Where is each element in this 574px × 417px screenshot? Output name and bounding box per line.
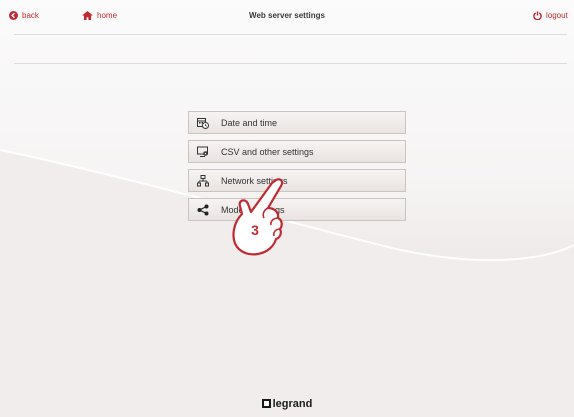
pointing-hand-step-icon: 3	[232, 178, 284, 256]
monitor-gear-icon	[197, 146, 208, 157]
page-title: Web server settings	[249, 11, 325, 20]
menu-item-date-and-time[interactable]: Date and time	[188, 111, 406, 134]
settings-menu: Date and time CSV and other settings Net…	[188, 111, 406, 227]
header-divider	[14, 34, 567, 35]
legrand-logo-mark	[261, 399, 271, 408]
menu-item-network-settings[interactable]: Network settings	[188, 169, 406, 192]
logo-text: legrand	[272, 398, 313, 410]
toolbar-divider	[14, 63, 567, 64]
power-icon	[533, 11, 542, 20]
logout-label: logout	[546, 11, 568, 20]
menu-item-label: Date and time	[221, 117, 278, 128]
calendar-clock-icon	[197, 117, 209, 129]
menu-item-label: CSV and other settings	[221, 146, 314, 157]
top-bar: back home Web server settings logout	[0, 0, 574, 34]
step-number: 3	[251, 222, 259, 238]
network-icon	[197, 174, 209, 186]
share-icon	[197, 204, 209, 215]
logout-button[interactable]: logout	[533, 11, 568, 20]
menu-item-csv-and-other-settings[interactable]: CSV and other settings	[188, 140, 406, 163]
web-server-settings-screen: back home Web server settings logout Dat…	[0, 0, 574, 417]
menu-item-modem-settings[interactable]: Modem settings	[188, 198, 406, 221]
legrand-logo: legrand	[0, 398, 574, 410]
